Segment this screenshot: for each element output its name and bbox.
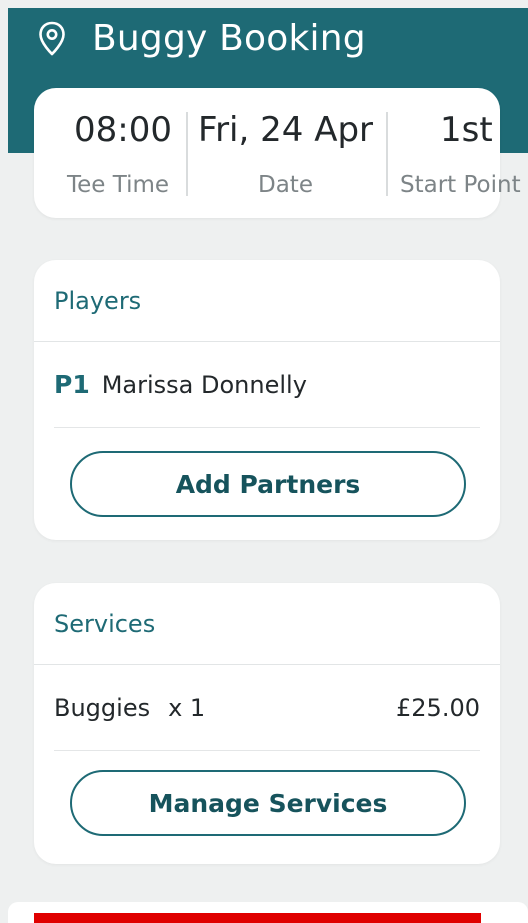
tee-time-label: Tee Time bbox=[67, 172, 170, 198]
player-tag: P1 bbox=[54, 370, 90, 399]
location-pin-icon bbox=[39, 21, 65, 55]
date-label: Date bbox=[258, 172, 313, 198]
header-row: Buggy Booking bbox=[38, 18, 366, 59]
manage-services-button[interactable]: Manage Services bbox=[70, 770, 466, 836]
service-info: Buggies x 1 bbox=[54, 694, 205, 722]
start-point-label: Start Point bbox=[400, 172, 521, 198]
services-heading: Services bbox=[34, 583, 500, 665]
date-value: Fri, 24 Apr bbox=[198, 110, 374, 150]
player-name: Marissa Donnelly bbox=[101, 370, 307, 399]
date-field[interactable]: Fri, 24 Apr Date bbox=[186, 88, 386, 218]
start-point-field[interactable]: 1st Start Point bbox=[386, 88, 521, 218]
divider bbox=[386, 112, 388, 196]
booking-summary-card: 08:00 Tee Time Fri, 24 Apr Date 1st Star… bbox=[34, 88, 521, 218]
player-row[interactable]: P1 Marissa Donnelly bbox=[54, 342, 480, 428]
start-point-value: 1st bbox=[440, 110, 493, 150]
service-price: £25.00 bbox=[396, 693, 480, 722]
page-title: Buggy Booking bbox=[92, 18, 366, 59]
alert-bar[interactable] bbox=[34, 913, 481, 923]
service-name: Buggies bbox=[54, 693, 151, 722]
tee-time-field[interactable]: 08:00 Tee Time bbox=[34, 88, 186, 218]
screen: Buggy Booking 08:00 Tee Time Fri, 24 Apr… bbox=[0, 0, 528, 923]
service-row: Buggies x 1 £25.00 bbox=[54, 665, 480, 751]
players-heading: Players bbox=[34, 260, 500, 342]
tee-time-value: 08:00 bbox=[74, 110, 172, 150]
divider bbox=[186, 112, 188, 196]
players-section: Players P1 Marissa Donnelly Add Partners bbox=[34, 260, 500, 540]
add-partners-button[interactable]: Add Partners bbox=[70, 451, 466, 517]
services-section: Services Buggies x 1 £25.00 Manage Servi… bbox=[34, 583, 500, 864]
service-quantity: x 1 bbox=[168, 693, 206, 722]
